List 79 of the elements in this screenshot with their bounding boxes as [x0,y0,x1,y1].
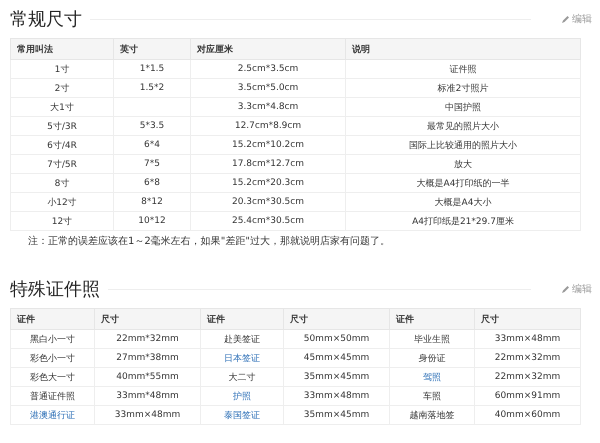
table-cell: 国际上比较通用的照片大小 [409,140,517,150]
table-cell: 证件照 [450,64,476,74]
table-cell: 小12寸 [47,198,77,208]
table-cell: 20.3cm*30.5cm [232,197,304,207]
table-cell: A4打印纸是21*29.7厘米 [412,216,514,226]
table-cell: 17.8cm*12.7cm [232,159,304,169]
table-cell: 6*4 [144,140,160,150]
table-cell: 8寸 [54,178,70,188]
table-cell: 15.2cm*20.3cm [232,178,304,188]
table-cell: 标准2寸照片 [438,84,488,94]
table-cell: 33mm×48mm [494,334,560,344]
table-cell: 60mm×91mm [494,391,560,401]
column-header: 证件 [390,308,474,330]
edit-link[interactable]: 编辑 [561,12,592,26]
cell-link[interactable]: 驾照 [423,372,441,382]
pencil-icon [561,14,570,24]
table-cell: 27mm*38mm [116,353,179,363]
column-header: 证件 [10,308,94,330]
table-cell: 赴美签证 [224,334,260,344]
note-text: 注：正常的误差应该在1～2毫米左右，如果"差距"过大，那就说明店家有问题了。 [27,234,391,248]
table-cell: 大概是A4大小 [434,198,492,208]
table-cell: 2寸 [54,84,70,94]
table-cell: 身份证 [418,354,446,364]
table-cell: 7寸/5R [47,160,77,170]
table-cell: 3.5cm*5.0cm [238,83,298,93]
table-cell: 15.2cm*10.2cm [232,140,304,150]
table-cell: 8*12 [141,197,163,207]
table-cell: 50mm×50mm [304,334,370,344]
table-cell: 普通证件照 [30,392,75,402]
table-cell: 1寸 [54,64,70,74]
table-cell: 大二寸 [228,372,256,382]
table-cell: 放大 [454,160,472,170]
pencil-icon [561,284,570,294]
table-cell: 5*3.5 [140,121,164,131]
table-cell: 22mm×32mm [494,353,560,363]
table-cell: 最常见的照片大小 [427,122,499,132]
table-cell: 5寸/3R [47,122,77,132]
table-cell: 1.5*2 [140,83,164,93]
table-cell: 中国护照 [445,102,481,112]
column-header: 说明 [346,38,580,60]
table-cell: 6寸/4R [47,140,77,150]
table-cell: 3.3cm*4.8cm [238,102,298,112]
table-cell: 彩色小一寸 [30,354,75,364]
column-header: 对应厘米 [190,38,346,60]
table-cell: 35mm×45mm [304,372,370,382]
table-cell: 大概是A4打印纸的一半 [416,178,510,188]
column-header: 证件 [200,308,284,330]
column-header: 尺寸 [94,308,200,330]
table-cell: 毕业生照 [414,334,450,344]
table-cell: 6*8 [144,178,160,188]
column-header: 尺寸 [474,308,580,330]
table-cell: 33mm*48mm [116,391,179,401]
table-cell: 10*12 [138,216,166,226]
table-cell: 车照 [423,392,441,402]
table-cell: 33mm×48mm [114,410,180,420]
table-cell: 45mm×45mm [304,353,370,363]
table-cell: 33mm×48mm [304,391,370,401]
table-cell: 12寸 [52,216,72,226]
table-cell: 黑白小一寸 [30,334,75,344]
section-title: 特殊证件照 [10,278,101,301]
cell-link[interactable]: 护照 [233,392,251,402]
table-cell: 22mm×32mm [494,372,560,382]
table-cell: 25.4cm*30.5cm [232,216,304,226]
edit-link[interactable]: 编辑 [561,282,592,296]
column-header: 英寸 [114,38,190,60]
table-cell: 40mm×60mm [494,410,560,420]
table-cell: 越南落地签 [410,410,454,420]
table-cell: 35mm×45mm [304,410,370,420]
section-title: 常规尺寸 [10,8,83,31]
table-cell: 7*5 [144,159,160,169]
table-cell: 40mm*55mm [116,372,179,382]
table-cell: 12.7cm*8.9cm [234,121,302,131]
column-header: 常用叫法 [10,38,114,60]
table-cell: 22mm*32mm [116,334,179,344]
table-cell: 1*1.5 [140,64,164,74]
table-cell: 2.5cm*3.5cm [238,64,298,74]
table-cell: 大1寸 [50,102,74,112]
column-header: 尺寸 [284,308,390,330]
table-cell: 彩色大一寸 [30,372,75,382]
